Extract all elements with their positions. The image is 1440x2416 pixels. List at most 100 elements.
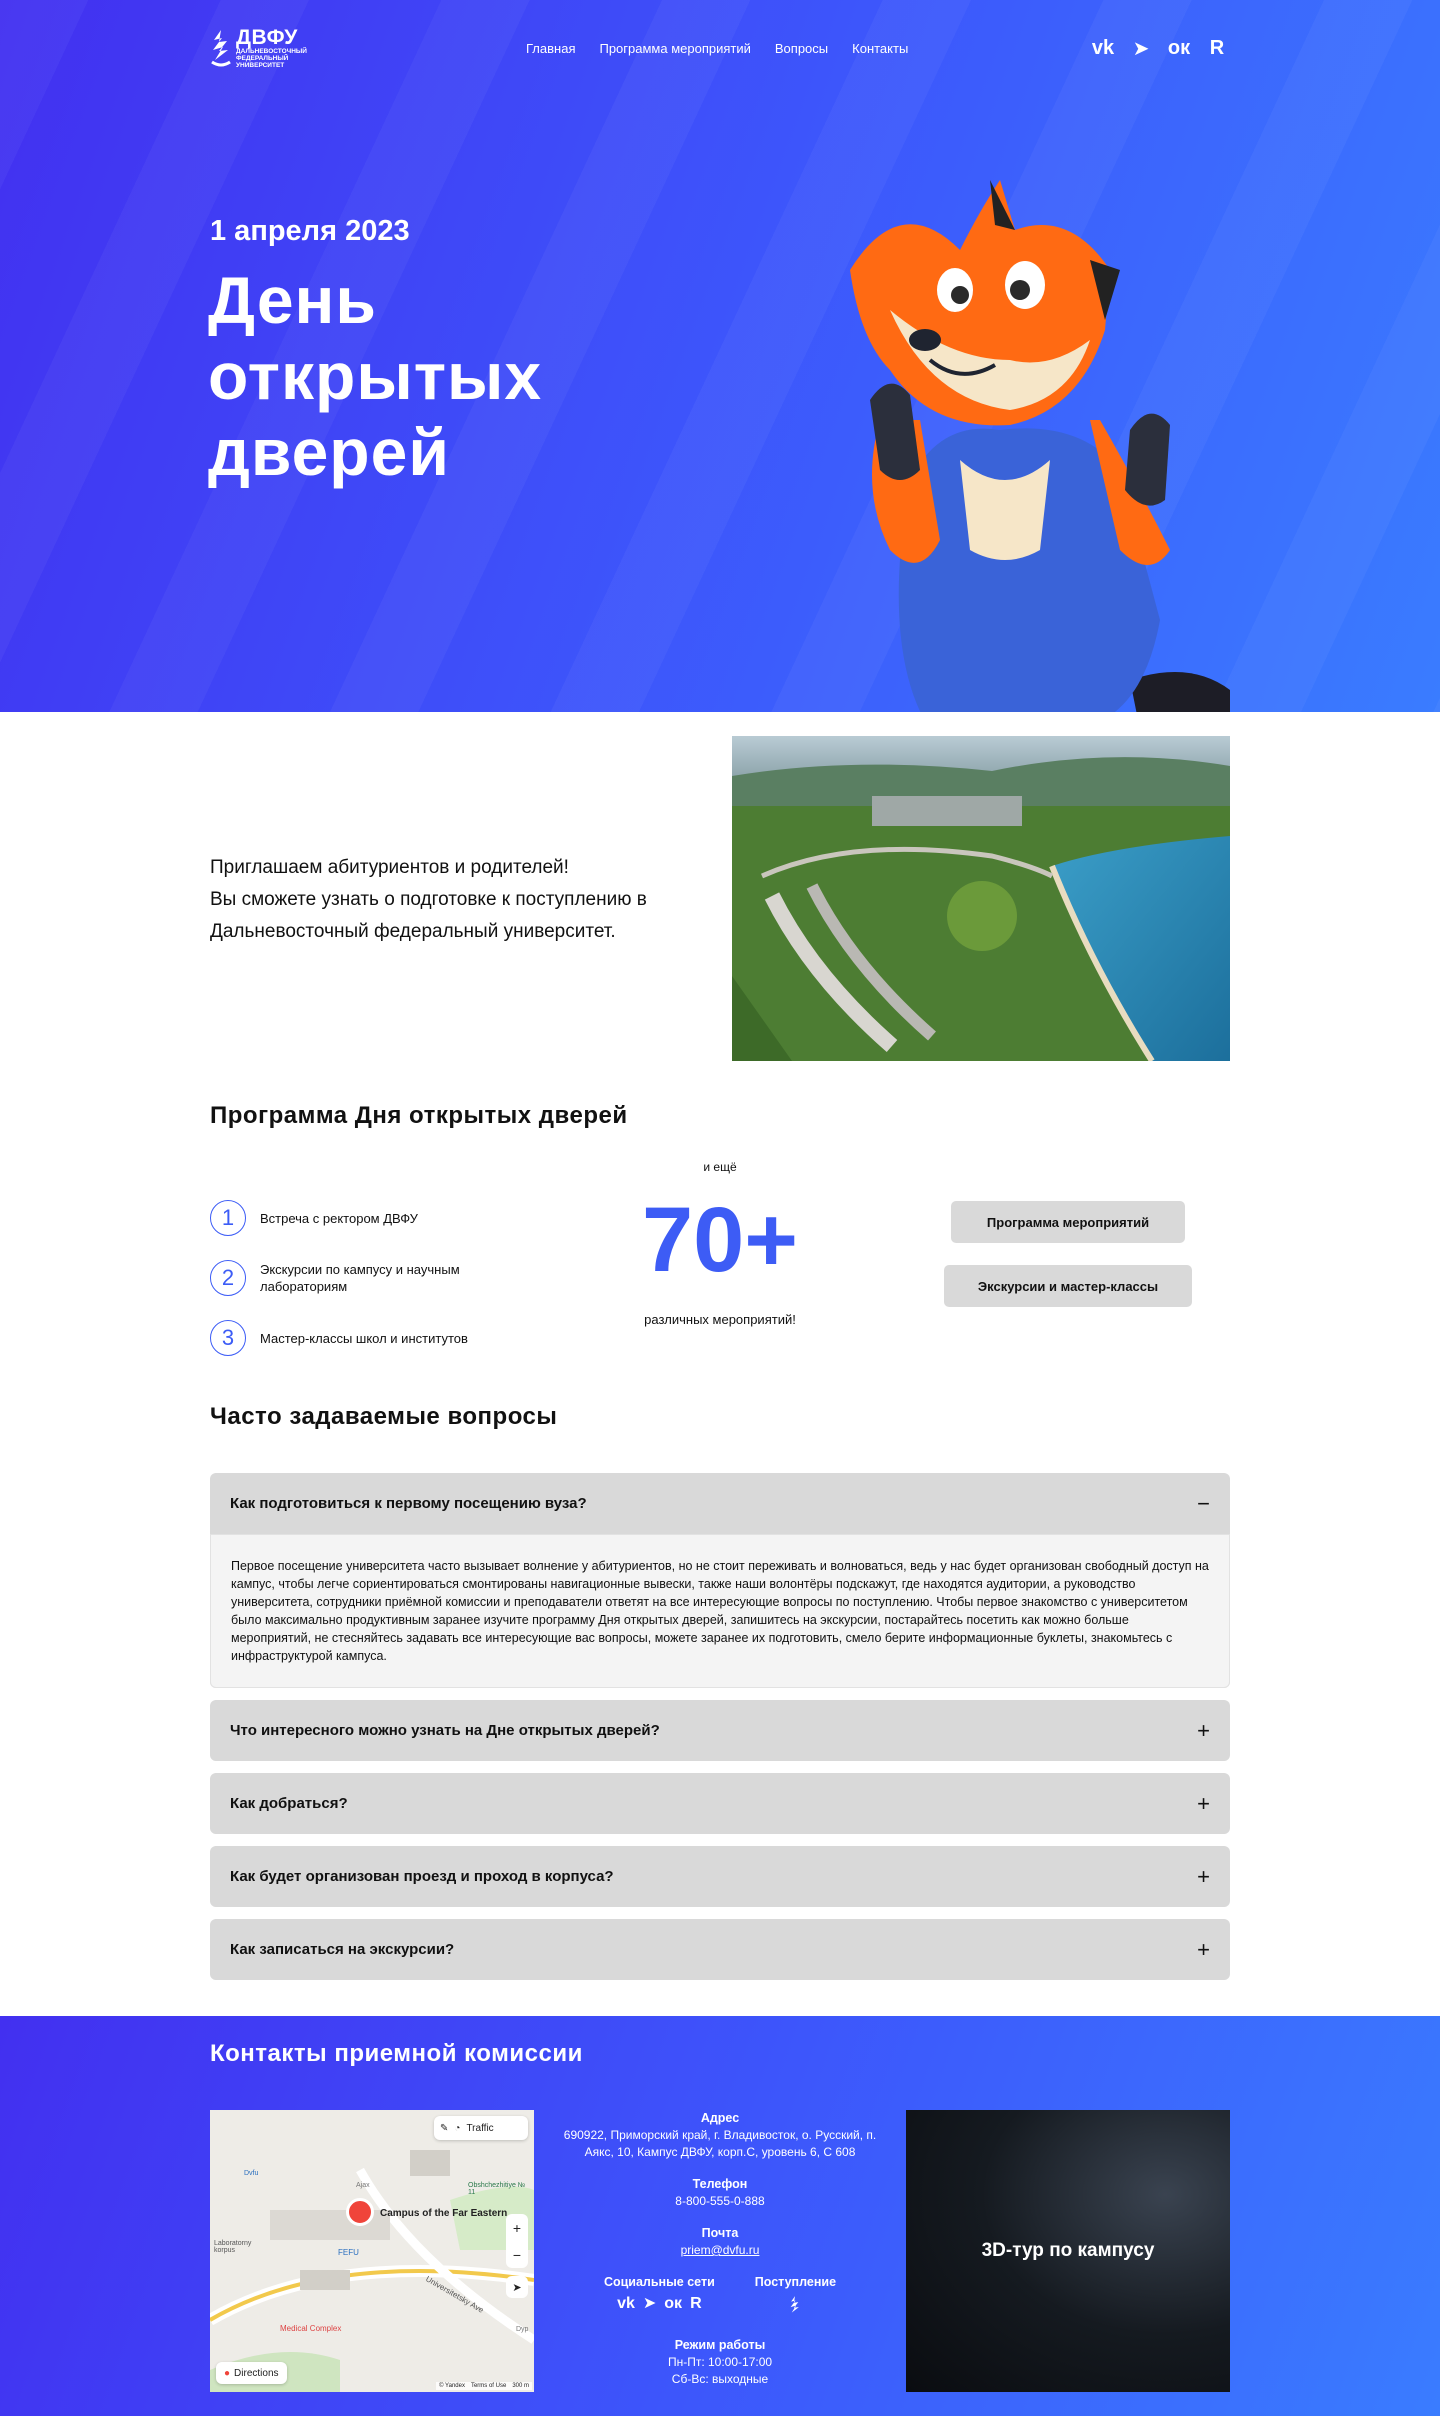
telegram-icon[interactable]: ➤ bbox=[1128, 36, 1154, 61]
top-bar: ДВФУ ДАЛЬНЕВОСТОЧНЫЙ ФЕДЕРАЛЬНЫЙ УНИВЕРС… bbox=[210, 18, 1230, 78]
faq-item: Что интересного можно узнать на Дне откр… bbox=[210, 1700, 1230, 1761]
intro-line: Приглашаем абитуриентов и родителей! bbox=[210, 857, 569, 878]
odnoklassniki-icon[interactable]: ок bbox=[664, 2295, 682, 2312]
hero-section: ДВФУ ДАЛЬНЕВОСТОЧНЫЙ ФЕДЕРАЛЬНЫЙ УНИВЕРС… bbox=[0, 0, 1440, 712]
faq-question-text: Что интересного можно узнать на Дне откр… bbox=[230, 1722, 660, 1739]
events-stat: и ещё 70+ различных мероприятий! bbox=[620, 1160, 820, 1327]
faq-question[interactable]: Как записаться на экскурсии? + bbox=[210, 1919, 1230, 1980]
intro-line: Вы сможете узнать о подготовке к поступл… bbox=[210, 889, 647, 910]
telegram-icon[interactable]: ➤ bbox=[643, 2295, 656, 2312]
hero-title-line: День bbox=[208, 263, 377, 337]
traffic-button[interactable]: Traffic bbox=[466, 2123, 493, 2134]
step-number: 2 bbox=[210, 1260, 246, 1296]
ruler-icon[interactable]: ✎ bbox=[440, 2123, 448, 2134]
program-title: Программа Дня открытых дверей bbox=[210, 1102, 628, 1129]
vk-icon[interactable]: vk bbox=[617, 2295, 635, 2312]
pin-icon: ● bbox=[224, 2367, 231, 2379]
faq-item: Как будет организован проезд и проход в … bbox=[210, 1846, 1230, 1907]
stat-prefix: и ещё bbox=[703, 1160, 737, 1174]
hero-title: День открытых дверей bbox=[208, 262, 542, 490]
nav-program[interactable]: Программа мероприятий bbox=[599, 41, 750, 56]
faq-section: Часто задаваемые вопросы Как подготовить… bbox=[0, 1399, 1440, 2016]
faq-question[interactable]: Как подготовиться к первому посещению ву… bbox=[210, 1473, 1230, 1534]
faq-answer: Первое посещение университета часто вызы… bbox=[210, 1534, 1230, 1688]
geolocation-icon[interactable]: ➤ bbox=[506, 2276, 528, 2298]
expand-icon[interactable]: + bbox=[1197, 1937, 1210, 1963]
faq-title: Часто задаваемые вопросы bbox=[210, 1403, 558, 1430]
hours-weekdays: Пн-Пт: 10:00-17:00 bbox=[667, 2355, 773, 2369]
3d-tour-link[interactable]: 3D-тур по кампусу bbox=[906, 2110, 1230, 2392]
logo-subtitle-line: ФЕДЕРАЛЬНЫЙ bbox=[236, 54, 289, 62]
expand-icon[interactable]: + bbox=[1197, 1791, 1210, 1817]
map-label: Laboratorny korpus bbox=[214, 2240, 252, 2254]
faq-question[interactable]: Что интересного можно узнать на Дне откр… bbox=[210, 1700, 1230, 1761]
contacts-section: Контакты приемной комиссии Ajax Obshchez… bbox=[0, 2016, 1440, 2416]
hero-title-line: открытых bbox=[208, 339, 543, 413]
email-link[interactable]: priem@dvfu.ru bbox=[681, 2243, 760, 2257]
step-number: 3 bbox=[210, 1320, 246, 1356]
collapse-icon[interactable]: − bbox=[1197, 1491, 1210, 1517]
map-copyright[interactable]: © Yandex bbox=[439, 2383, 465, 2389]
rutube-icon[interactable]: R bbox=[1204, 37, 1230, 60]
program-button[interactable]: Программа мероприятий bbox=[951, 1201, 1185, 1243]
stat-caption: различных мероприятий! bbox=[644, 1312, 796, 1327]
social-group: Социальные сети vk ➤ ок R bbox=[604, 2274, 715, 2322]
rutube-icon[interactable]: R bbox=[690, 2295, 702, 2312]
fefu-emblem-icon[interactable] bbox=[787, 2295, 803, 2317]
contacts-title: Контакты приемной комиссии bbox=[210, 2040, 583, 2067]
hours-label: Режим работы bbox=[674, 2338, 766, 2352]
vk-icon[interactable]: vk bbox=[1090, 37, 1116, 60]
directions-button[interactable]: ● Directions bbox=[216, 2362, 287, 2384]
program-step: 2 Экскурсии по кампусу и научным лаборат… bbox=[210, 1248, 480, 1308]
step-label: Встреча с ректором ДВФУ bbox=[260, 1210, 418, 1226]
logo-title: ДВФУ bbox=[236, 25, 298, 49]
faq-question-text: Как подготовиться к первому посещению ву… bbox=[230, 1495, 587, 1512]
faq-question[interactable]: Как будет организован проезд и проход в … bbox=[210, 1846, 1230, 1907]
address-value: 690922, Приморский край, г. Владивосток,… bbox=[563, 2128, 877, 2159]
phone-value[interactable]: 8-800-555-0-888 bbox=[675, 2194, 764, 2208]
faq-item: Как подготовиться к первому посещению ву… bbox=[210, 1473, 1230, 1688]
admission-label: Поступление bbox=[754, 2275, 837, 2289]
address-group: Адрес 690922, Приморский край, г. Владив… bbox=[562, 2110, 878, 2161]
expand-icon[interactable]: + bbox=[1197, 1718, 1210, 1744]
map-place-name[interactable]: Campus of the Far Eastern bbox=[380, 2208, 520, 2219]
social-links: vk ➤ ок R bbox=[1090, 36, 1230, 61]
intro-text: Приглашаем абитуриентов и родителей! Вы … bbox=[210, 852, 670, 948]
map-label: Dvfu bbox=[244, 2170, 259, 2177]
faq-item: Как записаться на экскурсии? + bbox=[210, 1919, 1230, 1980]
intro-line: Дальневосточный федеральный университет. bbox=[210, 921, 616, 942]
expand-icon[interactable]: + bbox=[1197, 1864, 1210, 1890]
program-step: 1 Встреча с ректором ДВФУ bbox=[210, 1188, 480, 1248]
step-label: Экскурсии по кампусу и научным лаборатор… bbox=[260, 1262, 460, 1294]
stat-number: 70+ bbox=[641, 1189, 799, 1291]
main-nav: Главная Программа мероприятий Вопросы Ко… bbox=[526, 41, 908, 56]
program-step: 3 Мастер-классы школ и институтов bbox=[210, 1308, 480, 1368]
campus-aerial-photo bbox=[732, 736, 1230, 1061]
hours-weekend: Сб-Вс: выходные bbox=[671, 2372, 769, 2386]
social-label: Социальные сети bbox=[603, 2275, 715, 2289]
faq-question[interactable]: Как добраться? + bbox=[210, 1773, 1230, 1834]
yandex-map[interactable]: Ajax Obshchezhitiye № 11 Dvfu Laboratorn… bbox=[210, 2110, 534, 2392]
zoom-out-icon[interactable]: − bbox=[513, 2247, 521, 2263]
map-terms[interactable]: Terms of Use bbox=[471, 2383, 506, 2389]
faq-question-text: Как будет организован проезд и проход в … bbox=[230, 1868, 614, 1885]
email-label: Почта bbox=[701, 2226, 739, 2240]
links-group: Социальные сети vk ➤ ок R Поступление bbox=[562, 2274, 878, 2322]
dvfu-logo[interactable]: ДВФУ ДАЛЬНЕВОСТОЧНЫЙ ФЕДЕРАЛЬНЫЙ УНИВЕРС… bbox=[210, 27, 307, 69]
campus-pin-icon[interactable] bbox=[346, 2198, 374, 2226]
contact-info: Адрес 690922, Приморский край, г. Владив… bbox=[562, 2110, 878, 2403]
fox-mascot-image bbox=[850, 180, 1230, 712]
nav-contacts[interactable]: Контакты bbox=[852, 41, 908, 56]
intro-section: Приглашаем абитуриентов и родителей! Вы … bbox=[0, 712, 1440, 1102]
map-label: Obshchezhitiye № 11 bbox=[468, 2182, 526, 2196]
hero-title-line: дверей bbox=[208, 415, 450, 489]
zoom-controls: + − bbox=[506, 2214, 528, 2268]
tours-button[interactable]: Экскурсии и мастер-классы bbox=[944, 1265, 1192, 1307]
nav-home[interactable]: Главная bbox=[526, 41, 575, 56]
map-label: Ajax bbox=[356, 2182, 370, 2189]
faq-question-text: Как добраться? bbox=[230, 1795, 348, 1812]
nav-questions[interactable]: Вопросы bbox=[775, 41, 828, 56]
zoom-in-icon[interactable]: + bbox=[513, 2220, 521, 2236]
odnoklassniki-icon[interactable]: ок bbox=[1166, 37, 1192, 60]
event-date: 1 апреля 2023 bbox=[210, 215, 410, 247]
